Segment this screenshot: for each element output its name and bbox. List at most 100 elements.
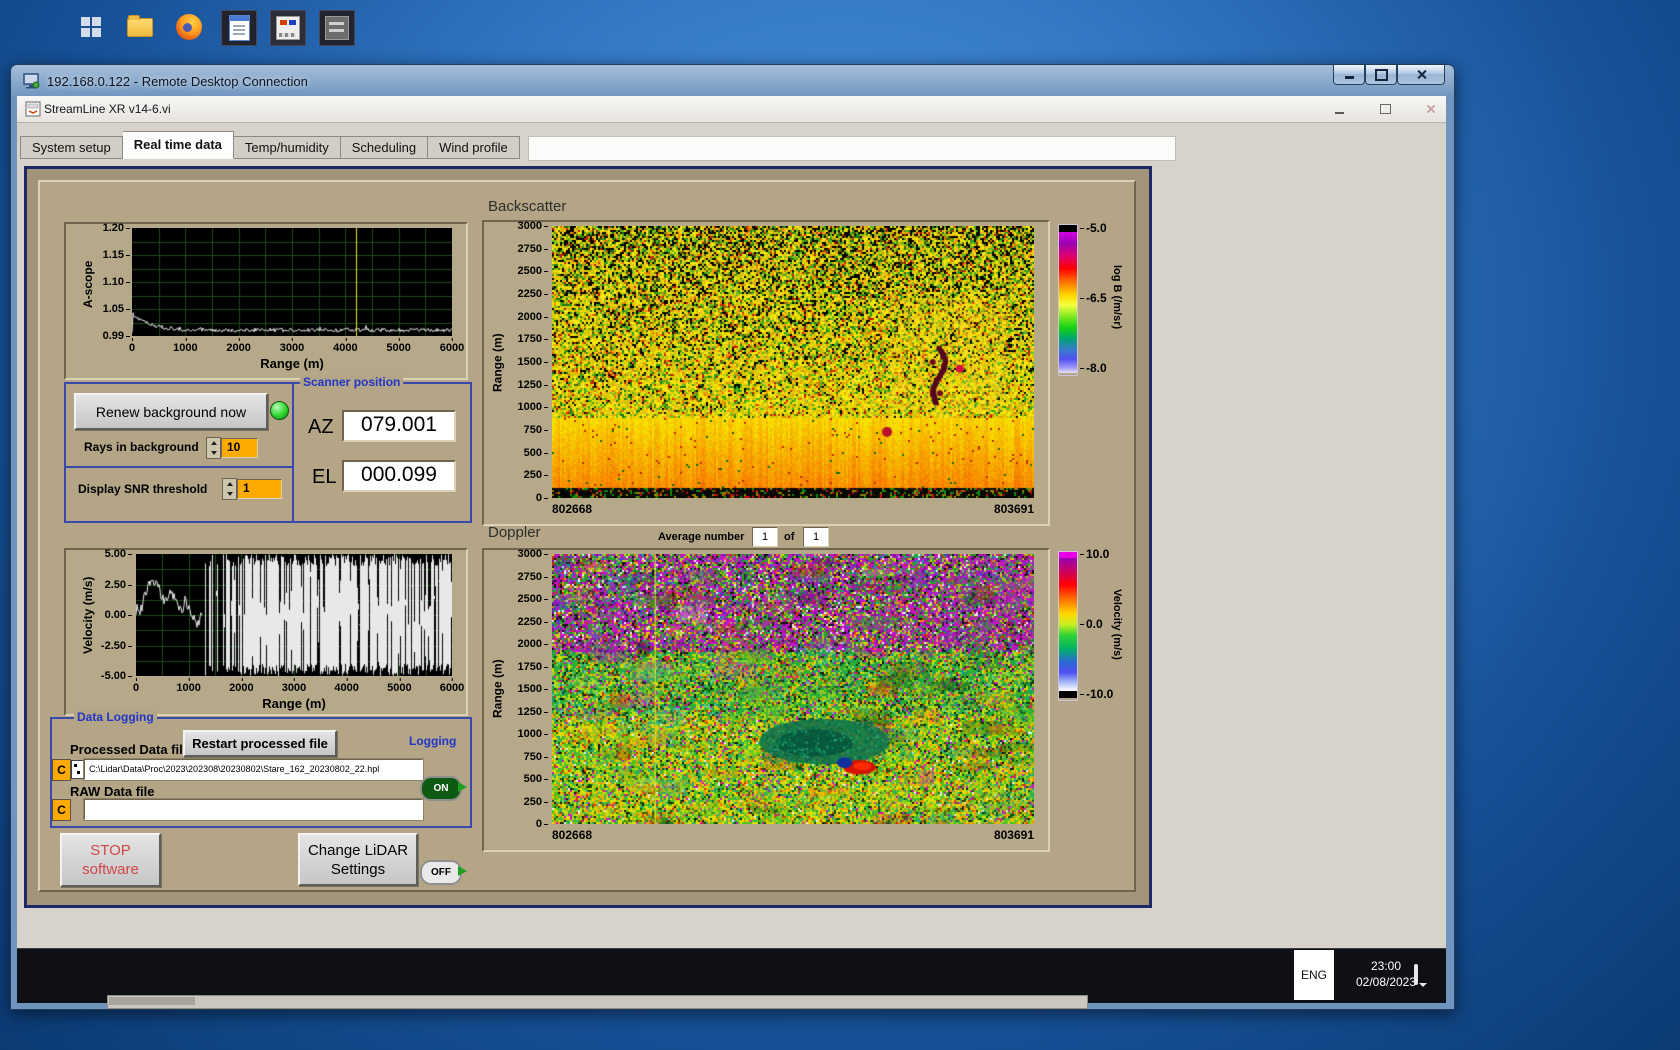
el-label: EL [312,466,337,488]
change-lidar-settings-button[interactable]: Change LiDAR Settings [298,833,418,886]
raw-logging-toggle[interactable]: OFF [420,860,467,885]
renew-background-button[interactable]: Renew background now [74,393,268,430]
scheduler-icon [325,16,349,40]
labview-icon [276,16,300,40]
path-type-icon [71,760,84,779]
clock-time: 23:00 [1370,959,1402,973]
tab-real-time-data[interactable]: Real time data [122,131,234,159]
labview-app-icon[interactable] [270,10,306,46]
rays-spinner[interactable] [206,437,221,459]
app-titlebar [17,96,1446,123]
background-led-indicator [270,401,289,420]
scanner-position-box [292,382,472,523]
desktop: 192.168.0.122 - Remote Desktop Connectio… [0,0,1680,1050]
velocity-xticks: 0 1000 2000 3000 4000 5000 6000 [132,678,465,694]
notification-center-button[interactable] [1414,964,1418,985]
ascope-xlabel: Range (m) [260,356,324,371]
snr-spinner[interactable] [222,478,237,500]
processed-path-input[interactable]: C:\Lidar\Data\Proc\2023\202308\20230802\… [83,758,424,781]
average-number-field[interactable]: 1 [752,527,778,547]
scrollbar-thumb[interactable] [109,997,195,1005]
backscatter-yticks: 3000 2750 2500 2250 2000 1750 1500 1250 1000 750 5… [517,220,549,504]
az-value: 079.001 [342,410,456,442]
tab-scheduling[interactable]: Scheduling [340,136,429,159]
velocity-plot [136,554,452,676]
data-logging-title: Data Logging [74,710,157,724]
document-icon [228,15,250,41]
rdp-maximize-button[interactable] [1365,65,1397,85]
doppler-colorbar-title: Velocity (m/s) [1111,589,1123,660]
restart-processed-file-button[interactable]: Restart processed file [183,730,337,757]
stop-line1: STOP [90,842,131,859]
browser-icon [176,14,202,40]
doppler-x-end: 803691 [993,828,1034,842]
velocity-xlabel: Range (m) [262,696,326,711]
rays-in-background-label: Rays in background [84,440,199,454]
language-indicator[interactable]: ENG [1294,950,1334,1000]
restore-icon [1379,104,1391,114]
minimize-icon [1334,112,1344,114]
increment-icon[interactable] [207,438,220,448]
ascope-plot [132,228,452,336]
rdp-computer-icon [23,73,40,89]
raw-drive-selector[interactable]: C [52,799,71,821]
az-label: AZ [308,416,334,438]
windows-icon [81,17,101,37]
backscatter-x-end: 803691 [993,502,1034,516]
app-window-title: StreamLine XR v14-6.vi [44,102,171,116]
stop-software-button[interactable]: STOP software [60,833,161,887]
doppler-title: Doppler [488,524,541,541]
el-value: 000.099 [342,460,456,492]
ascope-xticks: 0 1000 2000 3000 4000 5000 6000 [128,338,465,354]
start-button-icon[interactable] [74,10,108,44]
change-line1: Change LiDAR [307,841,409,859]
doppler-heatmap [552,554,1034,824]
close-icon [1416,69,1427,80]
folder-icon [127,14,153,37]
minimize-icon [1344,76,1354,79]
increment-icon[interactable] [223,479,236,489]
close-icon [1426,104,1436,114]
change-line2: Settings [330,860,386,878]
app-restore-button[interactable] [1376,101,1394,117]
of-label: of [784,531,795,543]
raw-path-input[interactable] [83,798,424,821]
rays-value-field[interactable]: 10 [221,438,258,458]
velocity-yticks: 5.00 2.50 0.00 -2.50 -5.00 [100,548,133,682]
backscatter-title: Backscatter [488,198,567,215]
raw-data-file-label: RAW Data file [70,784,155,799]
rdp-window-title: 192.168.0.122 - Remote Desktop Connectio… [47,74,308,89]
backscatter-heatmap [552,226,1034,498]
logging-label: Logging [409,734,457,748]
average-number-label: Average number [658,531,745,543]
app-close-button[interactable] [1422,101,1440,117]
processed-logging-toggle[interactable]: ON [420,776,467,801]
firefox-icon[interactable] [172,10,206,44]
file-explorer-icon[interactable] [123,10,157,44]
processed-data-file-label: Processed Data file [70,742,190,757]
snr-threshold-label: Display SNR threshold [78,482,208,496]
stop-line2: software [82,861,139,878]
doppler-yticks: 3000 2750 2500 2250 2000 1750 1500 1250 1000 750 5… [517,548,549,830]
app-minimize-button[interactable] [1330,101,1348,117]
notification-icon [1414,964,1418,985]
ascope-yticks: 1.20 1.15 1.10 1.05 0.99 [102,222,131,342]
tab-system-setup[interactable]: System setup [20,136,123,159]
rdp-close-button[interactable] [1397,65,1445,85]
horizontal-scrollbar[interactable] [107,995,1088,1009]
document-app-icon[interactable] [221,10,257,46]
doppler-colorbar [1058,551,1078,701]
tab-strip-filler [528,136,1176,161]
average-count-field[interactable]: 1 [803,527,829,547]
processed-drive-selector[interactable]: C [52,759,71,781]
tab-wind-profile[interactable]: Wind profile [428,136,520,159]
decrement-icon[interactable] [207,448,220,458]
decrement-icon[interactable] [223,489,236,499]
maximize-icon [1374,68,1388,81]
scanner-position-title: Scanner position [300,375,404,389]
backscatter-x-start: 802668 [552,502,593,516]
snr-value-field[interactable]: 1 [237,479,282,499]
tab-temp-humidity[interactable]: Temp/humidity [233,136,341,159]
scan-scheduler-icon[interactable] [319,10,355,46]
rdp-minimize-button[interactable] [1333,65,1365,85]
